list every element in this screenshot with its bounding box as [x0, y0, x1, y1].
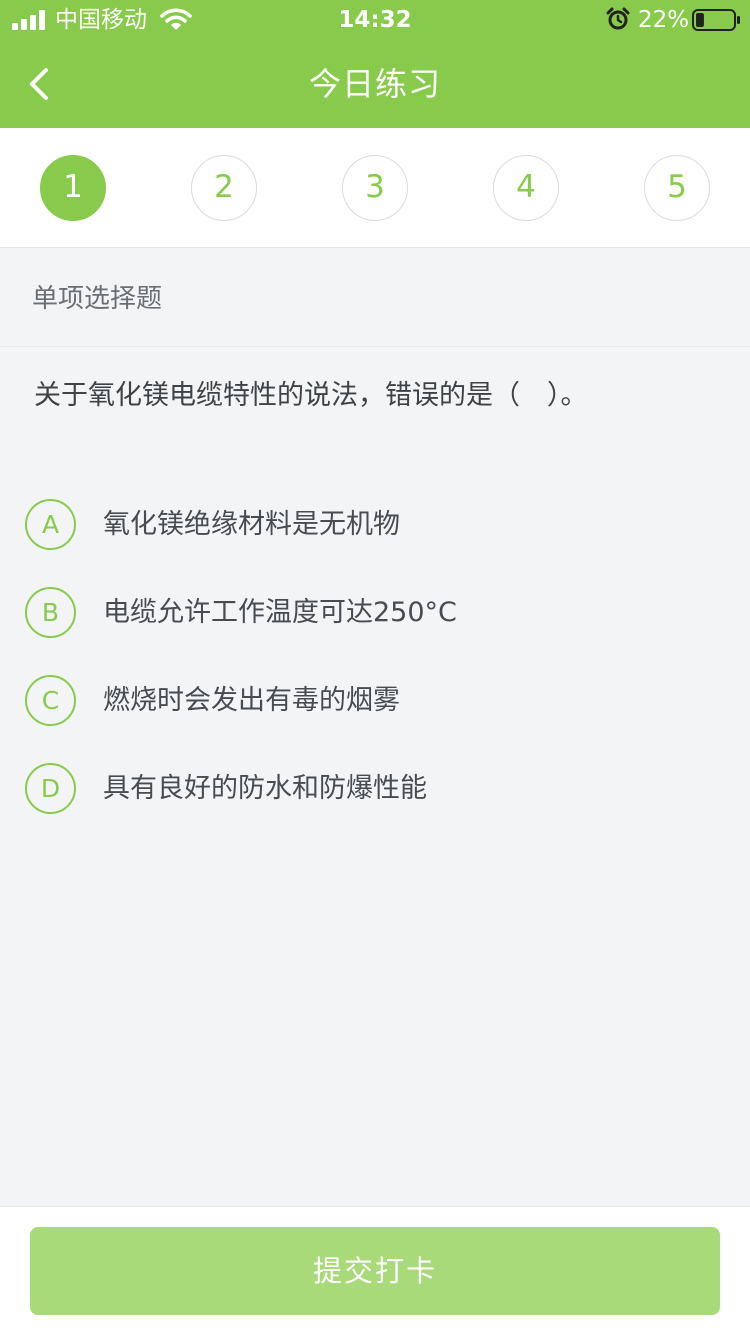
option-letter: A	[25, 499, 76, 550]
nav-bar: 今日练习	[0, 40, 750, 128]
option-c[interactable]: C 燃烧时会发出有毒的烟雾	[0, 666, 750, 736]
step-5[interactable]: 5	[644, 155, 710, 221]
question-step-indicator: 1 2 3 4 5	[0, 128, 750, 248]
option-text: 电缆允许工作温度可达250°C	[103, 597, 457, 628]
question-text: 关于氧化镁电缆特性的说法，错误的是（ ）。	[34, 380, 588, 411]
step-1[interactable]: 1	[40, 155, 106, 221]
step-3[interactable]: 3	[342, 155, 408, 221]
alarm-icon	[606, 7, 630, 30]
status-bar: 中国移动 14:32 22%	[0, 0, 750, 40]
question-type-section: 单项选择题	[0, 249, 750, 347]
option-letter: C	[25, 675, 76, 726]
option-letter: D	[25, 763, 76, 814]
submit-checkin-button[interactable]: 提交打卡	[30, 1227, 720, 1315]
option-text: 燃烧时会发出有毒的烟雾	[103, 685, 400, 716]
question-type-label: 单项选择题	[32, 284, 163, 314]
option-d[interactable]: D 具有良好的防水和防爆性能	[0, 754, 750, 824]
battery-percent: 22%	[638, 7, 690, 33]
header: 中国移动 14:32 22% 今日练习	[0, 0, 750, 128]
footer: 提交打卡	[0, 1206, 750, 1334]
step-4[interactable]: 4	[493, 155, 559, 221]
step-2[interactable]: 2	[191, 155, 257, 221]
option-letter: B	[25, 587, 76, 638]
option-text: 具有良好的防水和防爆性能	[103, 773, 427, 804]
battery-icon	[692, 9, 740, 31]
option-text: 氧化镁绝缘材料是无机物	[103, 509, 400, 540]
practice-screen: 中国移动 14:32 22% 今日练习 1 2 3 4 5 单项选择题 关于氧化…	[0, 0, 750, 1334]
option-b[interactable]: B 电缆允许工作温度可达250°C	[0, 578, 750, 648]
option-a[interactable]: A 氧化镁绝缘材料是无机物	[0, 490, 750, 560]
page-title: 今日练习	[308, 65, 441, 103]
